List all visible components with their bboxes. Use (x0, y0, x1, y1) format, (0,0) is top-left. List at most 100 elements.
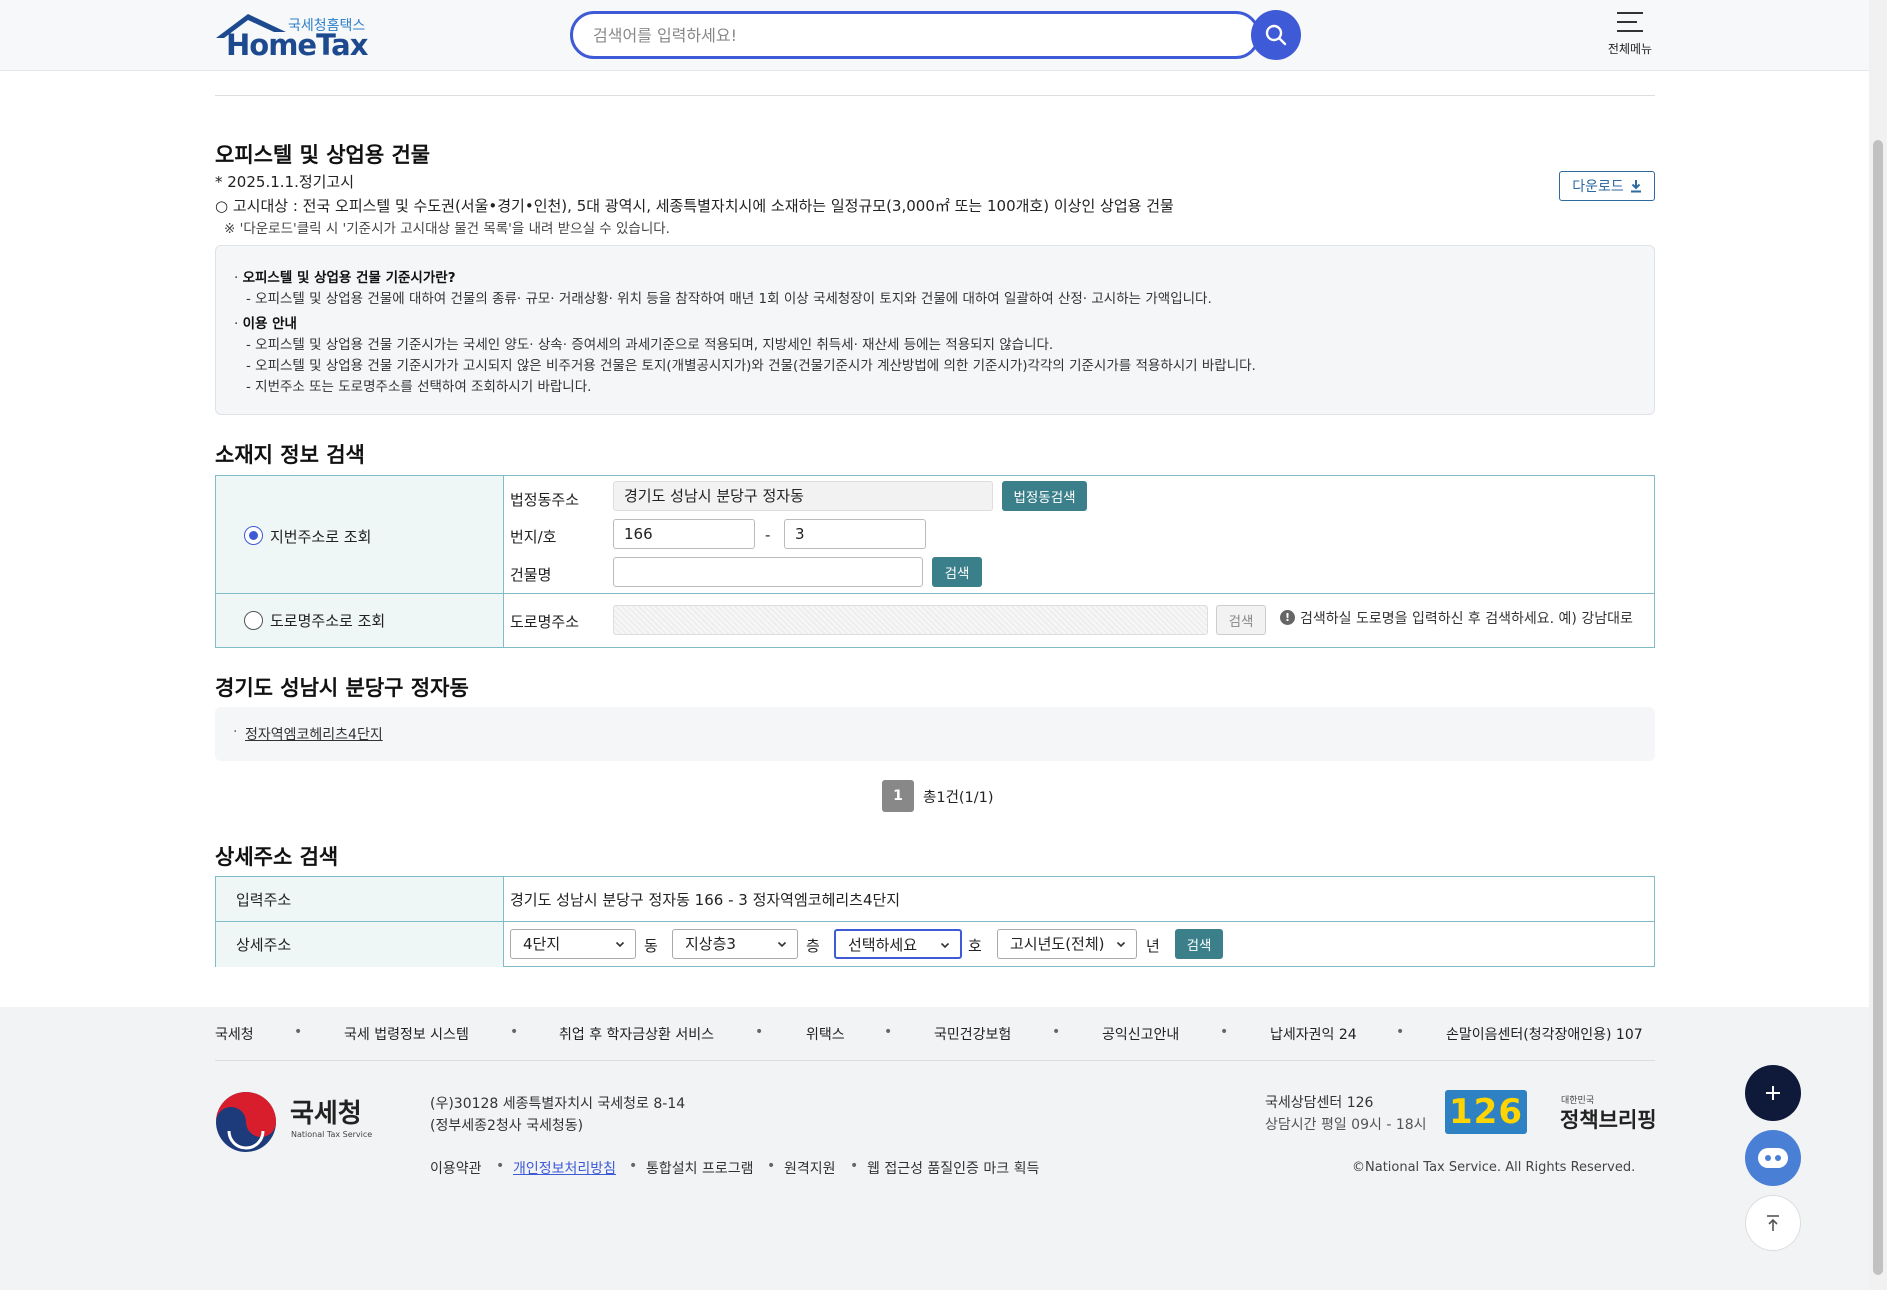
footer-accessibility-link[interactable]: 웹 접근성 품질인증 마크 획득 (867, 1158, 1039, 1178)
divider (215, 95, 1655, 96)
footer-remote-link[interactable]: 원격지원 (784, 1158, 836, 1178)
chevron-down-icon (940, 942, 950, 949)
download-label: 다운로드 (1572, 179, 1624, 195)
nts-emblem-icon (216, 1092, 276, 1152)
nts-logo-name: 국세청 (290, 1099, 362, 1129)
year-select-value: 고시년도(전체) (1010, 935, 1105, 953)
footer-privacy-link[interactable]: 개인정보처리방침 (513, 1158, 616, 1178)
plus-icon (1766, 1086, 1780, 1100)
info-q1: · 오피스텔 및 상업용 건물 기준시가란? (234, 270, 456, 286)
road-address-input (613, 605, 1208, 635)
hometax-logo[interactable]: 국세청홈택스 HomeTax (214, 12, 374, 62)
building-search-button[interactable]: 검색 (932, 557, 982, 587)
road-radio-cell: 도로명주소로 조회 (216, 594, 504, 647)
footer-link[interactable]: 국세 법령정보 시스템 (344, 1024, 469, 1044)
site-footer (0, 1007, 1869, 1290)
separator-dot: • (850, 1158, 859, 1174)
global-search-button[interactable] (1251, 10, 1301, 60)
building-name-input[interactable] (613, 557, 923, 587)
floor-select[interactable]: 지상층3 (672, 929, 798, 959)
building-name-label: 건물명 (510, 566, 552, 584)
call-126-logo[interactable]: 126 (1445, 1090, 1527, 1134)
separator-dot: • (1052, 1024, 1061, 1040)
footer-link[interactable]: 위택스 (806, 1024, 845, 1044)
notice-target: ○ 고시대상 : 전국 오피스텔 및 수도권(서울•경기•인천), 5대 광역시… (215, 197, 1174, 215)
section-title-office: 오피스텔 및 상업용 건물 (215, 143, 431, 167)
legal-dong-label: 법정동주소 (510, 491, 580, 509)
road-radio[interactable] (244, 611, 263, 630)
road-hint: 검색하실 도로명을 입력하신 후 검색하세요. 예) 강남대로 (1300, 611, 1633, 627)
info-box: · 오피스텔 및 상업용 건물 기준시가란? - 오피스텔 및 상업용 건물에 … (215, 245, 1655, 415)
scrollbar-thumb[interactable] (1873, 140, 1883, 1275)
dong-select[interactable]: 4단지 (510, 929, 636, 959)
input-address-label-cell: 입력주소 (216, 877, 504, 921)
section-title-detail: 상세주소 검색 (215, 845, 339, 869)
call-center-hours: 상담시간 평일 09시 - 18시 (1265, 1117, 1427, 1133)
jibun-radio-label[interactable]: 지번주소로 조회 (270, 526, 371, 547)
dong-select-value: 4단지 (523, 935, 561, 953)
ho-select[interactable]: 선택하세요 (834, 929, 962, 959)
legal-dong-search-button[interactable]: 법정동검색 (1002, 481, 1087, 511)
pagination-current-page[interactable]: 1 (882, 780, 914, 812)
notice-date: * 2025.1.1.정기고시 (215, 173, 355, 191)
result-item-link[interactable]: 정자역엠코헤리츠4단지 (245, 724, 383, 744)
bunji-label: 번지/호 (510, 528, 557, 546)
bunji-main-input[interactable]: 166 (613, 519, 755, 549)
separator-dot: • (767, 1158, 776, 1174)
separator-dot: • (1396, 1024, 1405, 1040)
all-menu-button[interactable]: 전체메뉴 (1600, 12, 1660, 57)
chatbot-button[interactable] (1745, 1130, 1801, 1186)
footer-install-link[interactable]: 통합설치 프로그램 (646, 1158, 754, 1178)
pagination-total: 총1건(1/1) (923, 790, 994, 806)
detail-search-button[interactable]: 검색 (1175, 929, 1223, 959)
footer-link[interactable]: 손말이음센터(청각장애인용) 107 (1446, 1024, 1643, 1044)
road-radio-label[interactable]: 도로명주소로 조회 (270, 610, 385, 631)
info-q2-line: - 지번주소 또는 도로명주소를 선택하여 조회하시기 바랍니다. (246, 379, 592, 395)
download-icon (1630, 180, 1641, 193)
detail-search-table: 입력주소 경기도 성남시 분당구 정자동 166 - 3 정자역엠코헤리츠4단지… (215, 876, 1655, 967)
global-search-input[interactable] (593, 14, 1213, 56)
section-title-location: 소재지 정보 검색 (215, 443, 365, 467)
chevron-down-icon (615, 941, 625, 948)
detail-address-row: 상세주소 4단지 동 지상층3 층 선택하세요 호 고시년도(전체) 년 검색 (216, 922, 1654, 967)
scroll-top-button[interactable] (1745, 1195, 1801, 1251)
arrow-up-icon (1767, 1215, 1779, 1231)
download-button[interactable]: 다운로드 (1559, 171, 1655, 201)
copyright: ©National Tax Service. All Rights Reserv… (1352, 1160, 1636, 1175)
detail-address-label-cell: 상세주소 (216, 922, 504, 967)
footer-terms-link[interactable]: 이용약관 (430, 1158, 482, 1178)
floor-unit: 층 (806, 937, 820, 955)
search-icon (1265, 24, 1287, 46)
jibun-radio[interactable] (244, 526, 263, 545)
call-center-label: 국세상담센터 126 (1265, 1095, 1374, 1111)
quick-add-button[interactable] (1745, 1065, 1801, 1121)
footer-link[interactable]: 국민건강보험 (934, 1024, 1011, 1044)
year-select[interactable]: 고시년도(전체) (997, 929, 1137, 959)
road-search-button[interactable]: 검색 (1216, 605, 1266, 635)
info-q2: · 이용 안내 (234, 316, 297, 332)
separator-dot: • (496, 1158, 505, 1174)
info-q2-line: - 오피스텔 및 상업용 건물 기준시가가 고시되지 않은 비주거용 건물은 토… (246, 358, 1256, 374)
footer-link[interactable]: 납세자권익 24 (1270, 1024, 1357, 1044)
footer-divider (215, 1060, 1655, 1061)
separator-dot: • (884, 1024, 893, 1040)
info-q1-desc: - 오피스텔 및 상업용 건물에 대하여 건물의 종류· 규모· 거래상황· 위… (246, 291, 1212, 307)
info-q2-line: - 오피스텔 및 상업용 건물 기준시가는 국세인 양도· 상속· 증여세의 과… (246, 337, 1054, 353)
footer-link[interactable]: 취업 후 학자금상환 서비스 (559, 1024, 714, 1044)
page-scrollbar[interactable] (1869, 0, 1887, 1290)
road-row: 도로명주소로 조회 도로명주소 검색 ! 검색하실 도로명을 입력하신 후 검색… (216, 594, 1654, 647)
footer-link[interactable]: 공익신고안내 (1102, 1024, 1179, 1044)
policy-briefing-logo[interactable]: 정책브리핑 (1560, 1104, 1657, 1134)
nts-logo-eng: National Tax Service (291, 1130, 373, 1139)
jibun-row: 지번주소로 조회 법정동주소 경기도 성남시 분당구 정자동 법정동검색 번지/… (216, 476, 1654, 594)
ho-unit: 호 (968, 937, 982, 955)
chevron-down-icon (1116, 941, 1126, 948)
download-note: ※ '다운로드'클릭 시 '기준시가 고시대상 물건 목록'을 내려 받으실 수… (224, 221, 670, 237)
logo-text: HomeTax (226, 28, 368, 62)
bunji-dash: - (765, 526, 771, 544)
footer-link[interactable]: 국세청 (215, 1024, 254, 1044)
chatbot-icon (1758, 1148, 1788, 1168)
detail-address-label: 상세주소 (236, 936, 292, 954)
dong-unit: 동 (644, 937, 658, 955)
bunji-sub-input[interactable]: 3 (784, 519, 926, 549)
